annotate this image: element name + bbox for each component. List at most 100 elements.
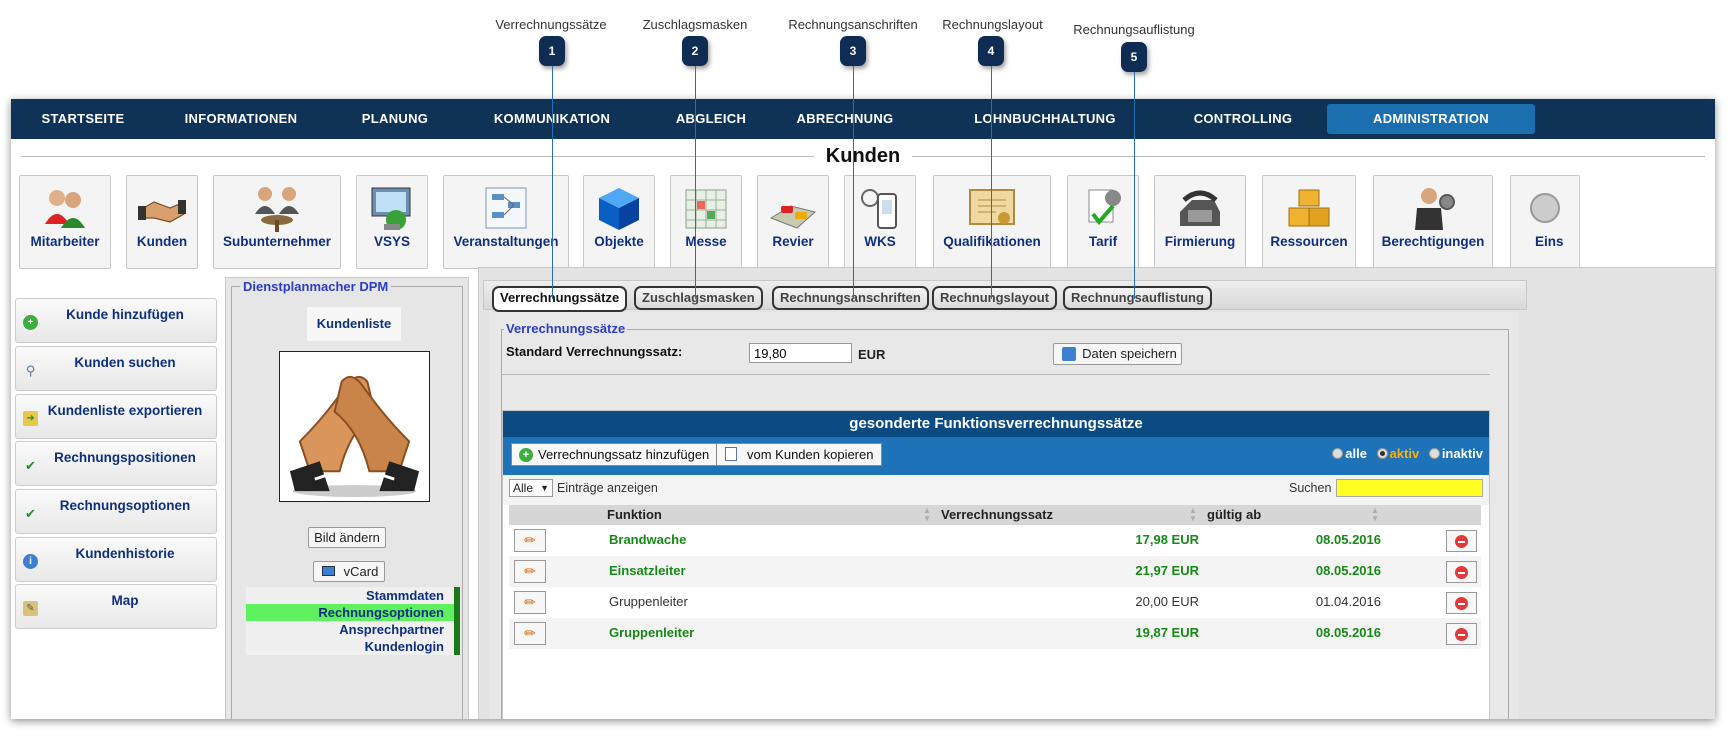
invoice-options-icon: ✔ <box>25 506 36 521</box>
customer-subnav: Stammdaten Rechnungsoptionen Ansprechpar… <box>246 587 460 655</box>
export-icon: ➜ <box>23 411 38 426</box>
tile-mitarbeiter[interactable]: Mitarbeiter <box>19 175 111 269</box>
standard-rate-input[interactable] <box>749 343 852 363</box>
save-data-button[interactable]: Daten speichern <box>1053 343 1182 365</box>
callout-connector <box>552 66 553 299</box>
table-row: ✏ Einsatzleiter 21,97 EUR 08.05.2016 <box>509 556 1481 587</box>
callout-connector <box>695 66 696 299</box>
subnav-kundenlogin[interactable]: Kundenlogin <box>246 638 460 655</box>
customer-list-tab[interactable]: Kundenliste <box>307 307 401 341</box>
nav-abrechnung[interactable]: ABRECHNUNG <box>791 99 899 139</box>
tab-zuschlagsmasken[interactable]: Zuschlagsmasken <box>634 286 763 310</box>
tile-firmierung[interactable]: Firmierung <box>1154 175 1246 269</box>
subnav-ansprechpartner[interactable]: Ansprechpartner <box>246 621 460 638</box>
delete-button[interactable] <box>1446 623 1477 645</box>
menu-search-customers[interactable]: ⚲ Kunden suchen <box>15 346 217 391</box>
radio-inactive-label: inaktiv <box>1441 446 1483 461</box>
nav-controlling[interactable]: CONTROLLING <box>1181 99 1305 139</box>
rates-fieldset: Verrechnungssätze Standard Verrechnungss… <box>501 321 1509 719</box>
table-controls: Alle ▼ Einträge anzeigen Suchen <box>503 475 1489 505</box>
menu-label: Rechnungsoptionen <box>59 498 191 513</box>
tile-einstellungen[interactable]: Eins <box>1510 175 1580 269</box>
cell-gueltig: 08.05.2016 <box>1315 532 1381 547</box>
nav-lohnbuchhaltung[interactable]: LOHNBUCHHALTUNG <box>971 99 1119 139</box>
vcard-button[interactable]: vCard <box>313 561 385 582</box>
search-input[interactable] <box>1336 479 1483 497</box>
tile-revier[interactable]: Revier <box>757 175 829 269</box>
pencil-icon: ✏ <box>524 532 536 548</box>
customer-panel: Dienstplanmacher DPM Kundenliste Bild än… <box>225 277 469 719</box>
tile-label: VSYS <box>373 234 411 249</box>
menu-map[interactable]: ✎ Map <box>15 584 217 629</box>
tile-berechtigungen[interactable]: Berechtigungen <box>1373 175 1493 269</box>
function-rates-table: gesonderte Funktionsverrechnungssätze + … <box>502 410 1490 719</box>
edit-button[interactable]: ✏ <box>514 591 546 614</box>
page-title-row: Kunden <box>11 139 1715 171</box>
cell-satz: 20,00 EUR <box>1135 594 1199 609</box>
employees-icon <box>45 190 85 228</box>
delete-button[interactable] <box>1446 561 1477 583</box>
tile-subunternehmer[interactable]: Subunternehmer <box>213 175 341 269</box>
table-row: ✏ Gruppenleiter 20,00 EUR 01.04.2016 <box>509 587 1481 618</box>
menu-invoice-options[interactable]: ✔ Rechnungsoptionen <box>15 489 217 534</box>
menu-customer-history[interactable]: i Kundenhistorie <box>15 537 217 582</box>
map-cars-icon <box>769 205 817 229</box>
tab-rechnungsanschriften[interactable]: Rechnungsanschriften <box>772 286 929 310</box>
table-title: gesonderte Funktionsverrechnungssätze <box>503 411 1489 437</box>
pencil-icon: ✏ <box>524 563 536 579</box>
delete-button[interactable] <box>1446 592 1477 614</box>
tile-label: Firmierung <box>1164 234 1236 249</box>
tile-kunden[interactable]: Kunden <box>126 175 198 269</box>
tile-messe[interactable]: Messe <box>670 175 742 269</box>
subnav-rechnungsoptionen[interactable]: Rechnungsoptionen <box>246 604 460 621</box>
rates-legend: Verrechnungssätze <box>504 321 628 336</box>
page-title: Kunden <box>813 145 913 168</box>
page-size-select[interactable]: Alle ▼ <box>509 479 553 497</box>
nav-abgleich[interactable]: ABGLEICH <box>665 99 757 139</box>
edit-button[interactable]: ✏ <box>514 529 546 552</box>
column-verrechnungssatz[interactable]: Verrechnungssatz <box>941 507 1053 522</box>
tile-veranstaltungen[interactable]: Veranstaltungen <box>443 175 569 269</box>
column-funktion[interactable]: Funktion <box>607 507 662 522</box>
menu-label: Kunde hinzufügen <box>66 307 184 322</box>
menu-label: Rechnungspositionen <box>54 450 196 465</box>
tile-vsys[interactable]: VSYS <box>356 175 428 269</box>
edit-button[interactable]: ✏ <box>514 622 546 645</box>
callout-label: Rechnungslayout <box>942 17 1043 32</box>
radio-active[interactable] <box>1376 448 1388 459</box>
tile-tarif[interactable]: Tarif <box>1067 175 1139 269</box>
calendar-grid-icon <box>685 189 727 229</box>
nav-informationen[interactable]: INFORMATIONEN <box>177 99 305 139</box>
menu-export-list[interactable]: ➜ Kundenliste exportieren <box>15 394 217 439</box>
tab-rechnungsauflistung[interactable]: Rechnungsauflistung <box>1063 286 1212 310</box>
change-image-button[interactable]: Bild ändern <box>308 527 386 548</box>
certificate-icon <box>969 189 1015 225</box>
currency-label: EUR <box>858 347 886 362</box>
customer-fieldset: Dienstplanmacher DPM Kundenliste Bild än… <box>231 279 463 719</box>
callout-badge: 3 <box>840 36 866 66</box>
nav-startseite[interactable]: STARTSEITE <box>21 99 145 139</box>
tile-objekte[interactable]: Objekte <box>583 175 655 269</box>
radio-inactive[interactable] <box>1428 448 1440 459</box>
column-gueltig-ab[interactable]: gültig ab <box>1207 507 1261 522</box>
menu-add-customer[interactable]: + Kunde hinzufügen <box>15 298 217 343</box>
menu-invoice-positions[interactable]: ✔ Rechnungspositionen <box>15 441 217 486</box>
nav-administration[interactable]: ADMINISTRATION <box>1327 104 1535 134</box>
subnav-stammdaten[interactable]: Stammdaten <box>246 587 460 604</box>
tab-verrechnungssaetze[interactable]: Verrechnungssätze <box>492 286 628 312</box>
add-rate-button[interactable]: + Verrechnungssatz hinzufügen <box>511 443 719 466</box>
cell-satz: 19,87 EUR <box>1135 625 1199 640</box>
tile-ressourcen[interactable]: Ressourcen <box>1262 175 1356 269</box>
tile-qualifikationen[interactable]: Qualifikationen <box>933 175 1051 269</box>
edit-button[interactable]: ✏ <box>514 560 546 583</box>
nav-planung[interactable]: PLANUNG <box>351 99 439 139</box>
tab-rechnungslayout[interactable]: Rechnungslayout <box>932 286 1058 310</box>
callout-connector <box>853 66 854 299</box>
delete-button[interactable] <box>1446 530 1477 552</box>
module-tiles: Mitarbeiter Kunden Subunternehmer VSYS V… <box>11 175 1715 271</box>
copy-from-customer-button[interactable]: vom Kunden kopieren <box>716 443 883 466</box>
radio-all[interactable] <box>1332 448 1344 459</box>
tile-wks[interactable]: WKS <box>844 175 916 269</box>
status-filter: alle aktiv inaktiv <box>1326 446 1483 461</box>
minus-icon <box>1455 627 1468 641</box>
